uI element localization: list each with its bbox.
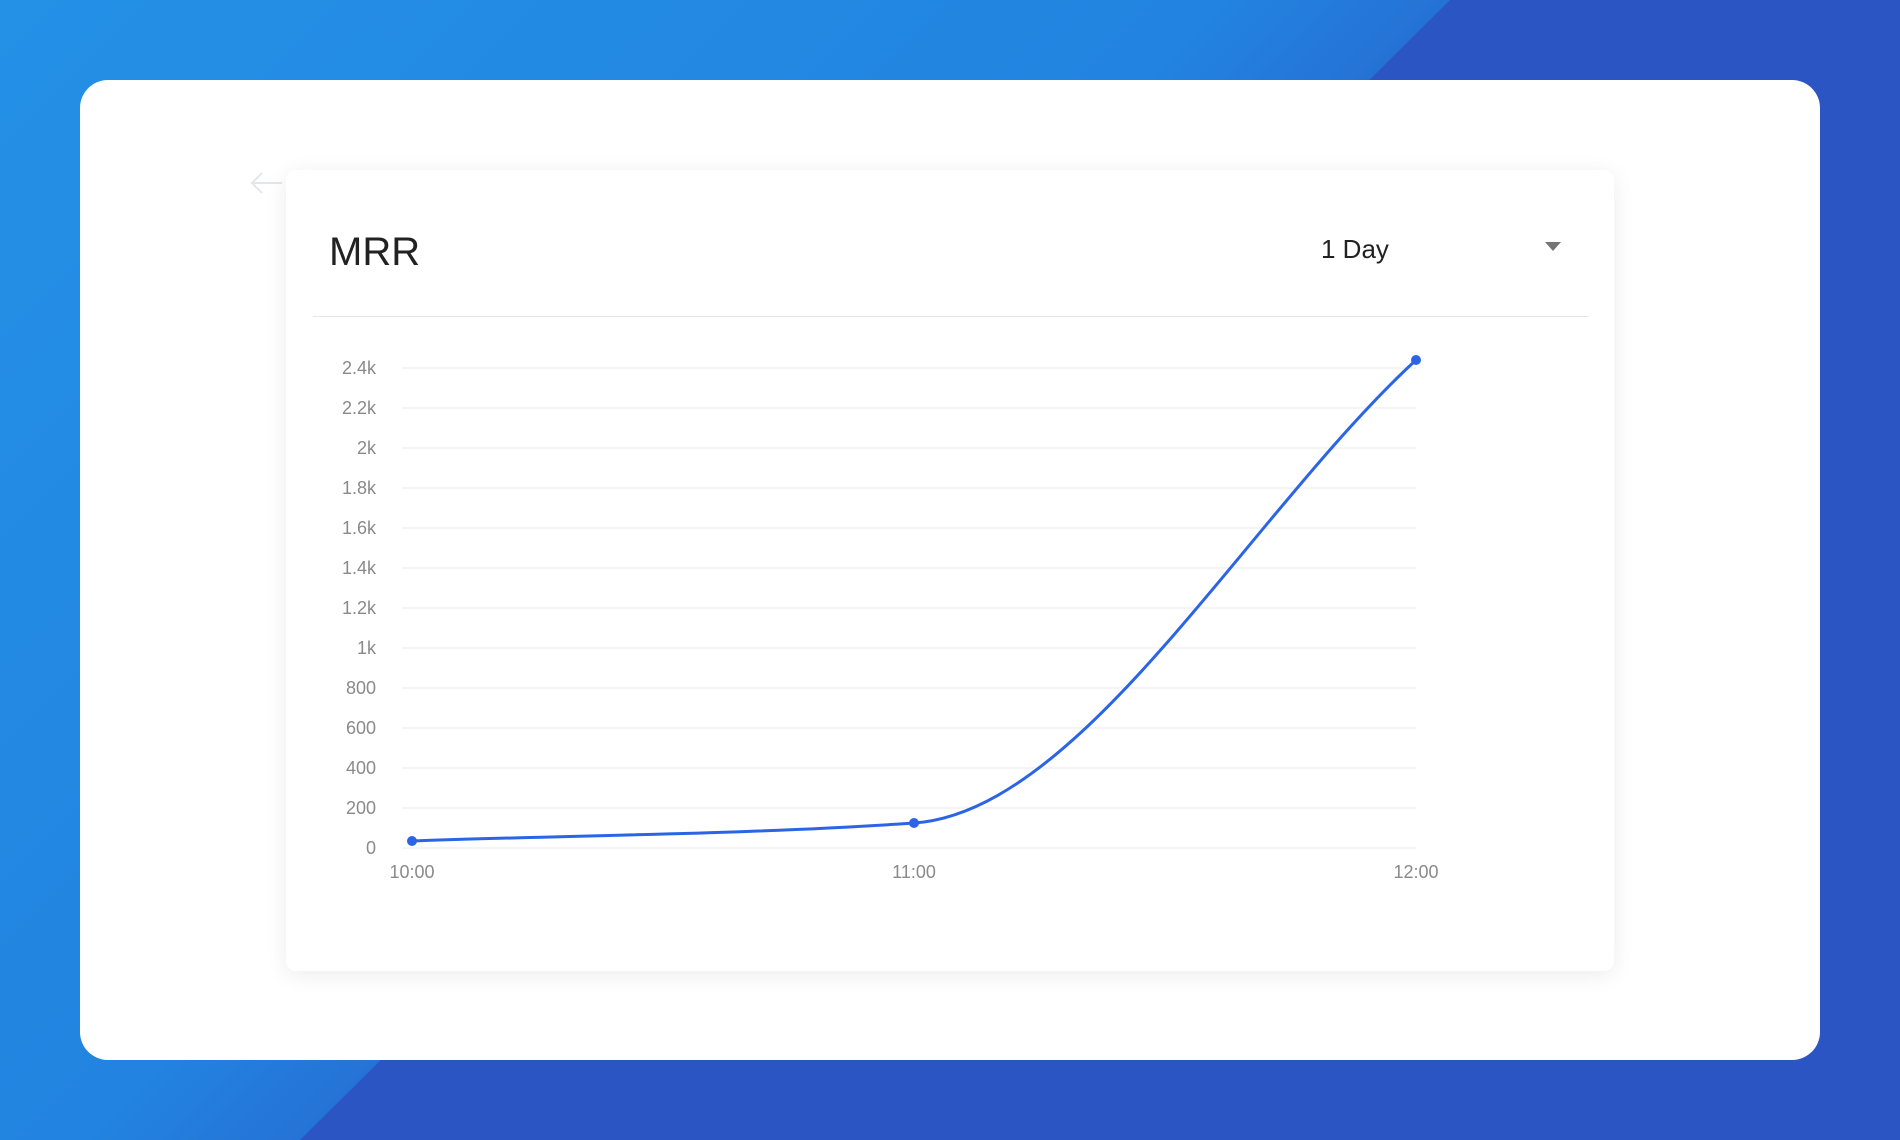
- y-tick-label: 1.8k: [342, 478, 377, 498]
- mrr-line-chart: 0 200 400 600 800 1k 1.2k 1.4k 1.6k 1.8k 2k 2.2k 2.4…: [342, 355, 1439, 882]
- data-point[interactable]: [1411, 355, 1421, 365]
- y-tick-label: 2.4k: [342, 358, 377, 378]
- x-axis-ticks: 10:00 11:00 12:00: [389, 862, 1438, 882]
- x-tick-label: 11:00: [892, 862, 936, 882]
- y-tick-label: 1.2k: [342, 598, 377, 618]
- x-tick-label: 12:00: [1393, 862, 1438, 882]
- y-axis-ticks: 0 200 400 600 800 1k 1.2k 1.4k 1.6k 1.8k 2k 2.2k 2.4…: [342, 358, 377, 858]
- y-tick-label: 800: [346, 678, 376, 698]
- gridlines: [402, 367, 1416, 849]
- y-tick-label: 2.2k: [342, 398, 377, 418]
- x-tick-label: 10:00: [389, 862, 434, 882]
- y-tick-label: 1k: [357, 638, 377, 658]
- y-tick-label: 1.6k: [342, 518, 377, 538]
- y-tick-label: 2k: [357, 438, 377, 458]
- back-arrow-icon: [250, 172, 282, 194]
- mrr-card: MRR 1 Day 0 200 400 600 800 1k 1.2k 1.4k 1.6k 1.8…: [286, 170, 1614, 971]
- data-point[interactable]: [407, 836, 417, 846]
- data-point[interactable]: [909, 818, 919, 828]
- y-tick-label: 200: [346, 798, 376, 818]
- series-line: [410, 358, 1418, 843]
- y-tick-label: 1.4k: [342, 558, 377, 578]
- y-tick-label: 400: [346, 758, 376, 778]
- y-tick-label: 0: [366, 838, 376, 858]
- series-layer: [407, 355, 1421, 846]
- y-tick-label: 600: [346, 718, 376, 738]
